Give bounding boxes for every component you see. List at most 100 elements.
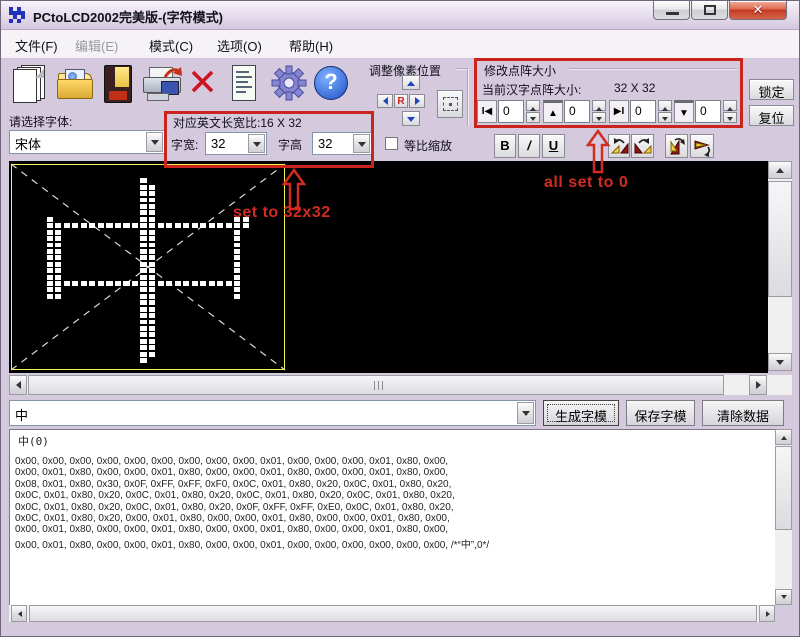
minimize-icon — [666, 12, 679, 15]
memo-button[interactable] — [229, 63, 261, 105]
scroll-left-button[interactable] — [11, 605, 27, 622]
rotate-left-icon — [610, 137, 630, 157]
clear-data-button[interactable]: 清除数据 — [702, 400, 784, 426]
left-edge-icon-button[interactable]: I◀ — [477, 100, 497, 123]
new-file-button[interactable] — [13, 63, 51, 105]
left-edge-spinner[interactable] — [526, 100, 540, 123]
canvas-hscrollbar[interactable] — [9, 375, 792, 395]
annotation-arrow-up-2 — [586, 130, 610, 174]
font-selector-value: 宋体 — [15, 134, 41, 153]
generate-font-button[interactable]: 生成字模 — [543, 400, 619, 426]
top-edge-icon-button[interactable]: ▲ — [543, 100, 563, 123]
bottom-edge-spinner[interactable] — [723, 100, 737, 123]
print-button[interactable] — [141, 63, 185, 105]
spin-up-icon[interactable] — [526, 100, 540, 111]
chevron-down-icon — [253, 142, 261, 151]
bottom-edge-icon-button[interactable]: ▼ — [674, 100, 694, 123]
spin-up-icon[interactable] — [658, 100, 672, 111]
menu-item-4[interactable]: 选项(O) — [217, 36, 262, 55]
underline-button[interactable]: U — [542, 134, 565, 158]
maximize-icon — [704, 5, 716, 15]
rotate-right-icon — [633, 137, 653, 157]
hscroll-thumb[interactable] — [28, 375, 724, 395]
flip-vertical-button[interactable] — [690, 134, 714, 158]
spin-up-icon[interactable] — [723, 100, 737, 111]
reset-button[interactable]: 复位 — [749, 105, 794, 126]
scroll-left-button[interactable] — [9, 375, 27, 395]
menu-item-3[interactable]: 模式(C) — [149, 36, 193, 55]
help-button[interactable]: ? — [313, 63, 351, 105]
spin-down-icon[interactable] — [723, 112, 737, 123]
char-combo-dropdown-button[interactable] — [517, 402, 534, 424]
flip-horizontal-button[interactable] — [665, 134, 688, 158]
scroll-down-button[interactable] — [775, 589, 792, 605]
arrow-left-icon — [379, 97, 388, 105]
move-up-button[interactable] — [402, 75, 420, 90]
char-width-combo[interactable]: 32 — [205, 132, 267, 155]
spin-down-icon[interactable] — [526, 112, 540, 123]
char-height-dropdown-button[interactable] — [353, 134, 370, 153]
rotate-right-button[interactable] — [631, 134, 654, 158]
minimize-button[interactable] — [653, 1, 690, 20]
close-button[interactable]: ✕ — [729, 1, 787, 20]
italic-button[interactable]: / — [518, 134, 540, 158]
save-button[interactable] — [101, 63, 139, 105]
lock-button[interactable]: 锁定 — [749, 79, 794, 100]
top-edge-spinner[interactable] — [592, 100, 606, 123]
bold-button[interactable]: B — [494, 134, 516, 158]
app-window: PCtoLCD2002完美版-(字符模式) ✕ 文件(F) 编辑(E) 模式(C) 选… — [0, 0, 800, 637]
scroll-right-button[interactable] — [749, 375, 767, 395]
matrix-current-label: 当前汉字点阵大小: — [482, 81, 581, 98]
move-down-button[interactable] — [402, 111, 420, 126]
spin-down-icon[interactable] — [592, 112, 606, 123]
font-selector-label: 请选择字体: — [9, 113, 72, 130]
open-file-button[interactable] — [57, 63, 95, 105]
move-right-button[interactable] — [409, 94, 425, 108]
scroll-up-button[interactable] — [768, 161, 792, 179]
left-edge-value-field[interactable]: 0 — [498, 100, 524, 123]
font-selector-combo[interactable]: 宋体 — [9, 130, 165, 154]
center-glyph-button[interactable] — [437, 90, 463, 118]
scroll-down-button[interactable] — [768, 353, 792, 371]
right-edge-value-field[interactable]: 0 — [630, 100, 656, 123]
flip-vertical-icon — [693, 137, 713, 157]
spin-down-icon[interactable] — [658, 112, 672, 123]
hex-output-header: 中(0) — [18, 433, 49, 449]
vscroll-thumb[interactable] — [775, 446, 792, 530]
hex-output-textarea[interactable]: 中(0) 0x00, 0x00, 0x00, 0x00, 0x00, 0x00,… — [9, 429, 775, 605]
font-combo-dropdown-button[interactable] — [146, 132, 163, 152]
rotate-left-button[interactable] — [608, 134, 630, 158]
delete-button[interactable]: ✕ — [187, 63, 225, 105]
bottom-edge-value-field[interactable]: 0 — [695, 100, 721, 123]
right-edge-spinner[interactable] — [658, 100, 672, 123]
right-edge-icon-button[interactable]: ▶I — [609, 100, 629, 123]
scroll-right-button[interactable] — [759, 605, 775, 622]
rotate-r-button[interactable]: R — [394, 94, 408, 108]
pixel-canvas[interactable] — [9, 161, 768, 373]
window-title: PCtoLCD2002完美版-(字符模式) — [33, 7, 223, 26]
spin-up-icon[interactable] — [592, 100, 606, 111]
scale-checkbox[interactable] — [385, 137, 398, 150]
move-left-button[interactable] — [377, 94, 393, 108]
char-height-combo[interactable]: 32 — [312, 132, 372, 155]
save-font-button[interactable]: 保存字模 — [626, 400, 695, 426]
output-vscrollbar[interactable] — [775, 429, 792, 605]
settings-button[interactable] — [271, 63, 309, 105]
menu-item-5[interactable]: 帮助(H) — [289, 36, 333, 55]
chevron-down-icon — [522, 411, 530, 420]
char-input-combo[interactable]: 中 — [9, 400, 536, 426]
scroll-up-button[interactable] — [775, 429, 792, 445]
maximize-button[interactable] — [691, 1, 728, 20]
question-mark-icon: ? — [314, 69, 348, 95]
hscroll-thumb[interactable] — [29, 605, 757, 622]
char-width-dropdown-button[interactable] — [248, 134, 265, 153]
menu-bar: 文件(F) 编辑(E) 模式(C) 选项(O) 帮助(H) — [1, 30, 800, 59]
canvas-vscrollbar[interactable] — [768, 161, 792, 371]
vscroll-thumb[interactable] — [768, 181, 792, 297]
annotation-size-note: set to 32x32 — [233, 204, 331, 222]
top-edge-value-field[interactable]: 0 — [564, 100, 590, 123]
output-hscrollbar[interactable] — [9, 605, 775, 622]
hex-output-lines: 0x00, 0x00, 0x00, 0x00, 0x00, 0x00, 0x00… — [15, 456, 489, 547]
menu-item-2[interactable]: 编辑(E) — [75, 36, 118, 55]
menu-item-1[interactable]: 文件(F) — [15, 36, 58, 55]
